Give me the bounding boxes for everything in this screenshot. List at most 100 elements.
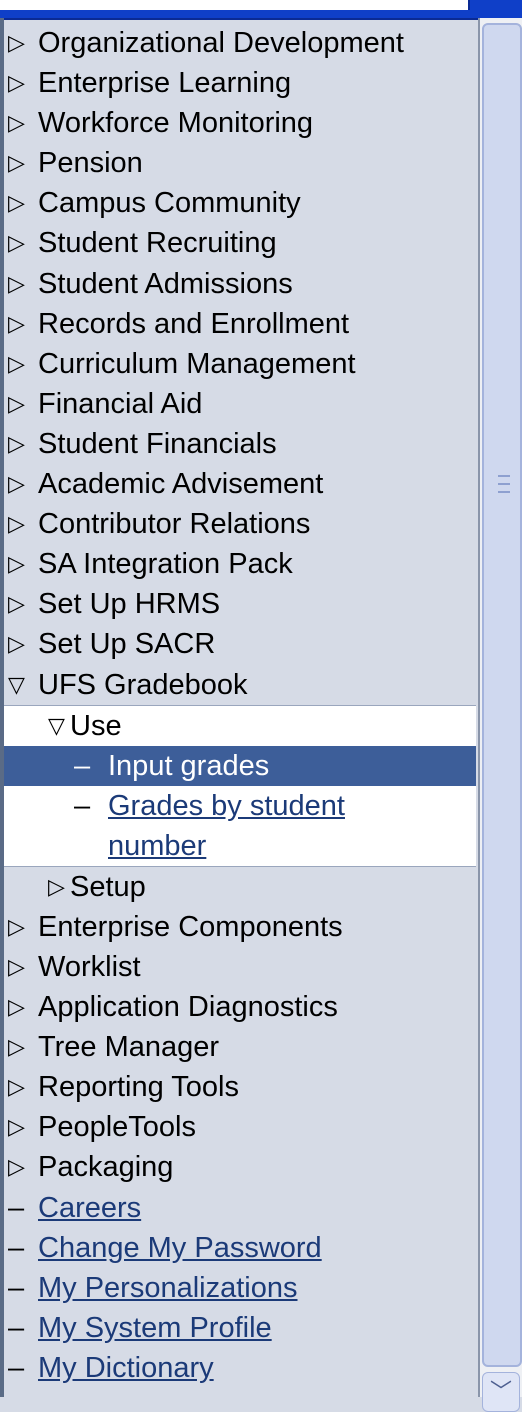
menu-item-label: UFS Gradebook [38, 668, 248, 701]
top-input-strip [0, 0, 470, 10]
triangle-right-icon: ▷ [8, 953, 25, 979]
triangle-right-icon: ▷ [8, 70, 25, 96]
menu-item-label: Enterprise Learning [38, 67, 292, 100]
menu-item-label: Academic Advisement [38, 468, 324, 501]
dash-icon: – [8, 1231, 25, 1264]
triangle-right-icon: ▷ [8, 471, 25, 497]
menu-item-peopletools[interactable]: ▷ PeopleTools [4, 1107, 476, 1147]
menu-link-label[interactable]: My System Profile [38, 1312, 272, 1344]
menu-item-label: Pension [38, 147, 143, 180]
scrollbar-thumb[interactable] [482, 23, 522, 1367]
menu-item-enterprise-components[interactable]: ▷ Enterprise Components [4, 907, 476, 947]
menu-item-packaging[interactable]: ▷ Packaging [4, 1147, 476, 1187]
triangle-right-icon: ▷ [8, 230, 25, 256]
menu-item-reporting-tools[interactable]: ▷ Reporting Tools [4, 1067, 476, 1107]
triangle-right-icon: ▷ [8, 631, 25, 657]
menu-item-label: Tree Manager [38, 1031, 220, 1064]
menu-item-academic-advisement[interactable]: ▷ Academic Advisement [4, 464, 476, 504]
menu-link-label[interactable]: Grades by student number [108, 786, 476, 866]
triangle-right-icon: ▷ [8, 310, 25, 336]
dash-icon: – [8, 1351, 25, 1384]
chevron-down-icon[interactable]: ﹀ [482, 1372, 520, 1412]
menu-item-ufs-gradebook[interactable]: ▽ UFS Gradebook [4, 665, 476, 705]
menu-item-set-up-hrms[interactable]: ▷ Set Up HRMS [4, 584, 476, 624]
menu-item-records-and-enrollment[interactable]: ▷ Records and Enrollment [4, 304, 476, 344]
menu-item-application-diagnostics[interactable]: ▷ Application Diagnostics [4, 987, 476, 1027]
dash-icon: – [74, 789, 91, 822]
menu-item-label: Enterprise Components [38, 910, 343, 943]
menu-link-label[interactable]: Change My Password [38, 1232, 322, 1264]
triangle-down-icon: ▽ [48, 712, 65, 738]
menu-link-label[interactable]: Careers [38, 1192, 141, 1224]
menu-item-curriculum-management[interactable]: ▷ Curriculum Management [4, 344, 476, 384]
menu-item-my-system-profile[interactable]: – My System Profile [4, 1308, 476, 1348]
menu-item-label: Packaging [38, 1151, 174, 1184]
triangle-right-icon: ▷ [8, 430, 25, 456]
menu-item-student-admissions[interactable]: ▷ Student Admissions [4, 264, 476, 304]
dash-icon: – [74, 749, 91, 782]
menu-item-label: Campus Community [38, 187, 301, 220]
menu-item-change-my-password[interactable]: – Change My Password [4, 1228, 476, 1268]
menu-item-grades-by-student-number[interactable]: – Grades by student number [4, 786, 476, 866]
menu-link-label[interactable]: My Personalizations [38, 1272, 298, 1304]
triangle-right-icon: ▷ [8, 1074, 25, 1100]
menu-item-campus-community[interactable]: ▷ Campus Community [4, 183, 476, 223]
menu-item-label: Set Up SACR [38, 628, 216, 661]
menu-item-tree-manager[interactable]: ▷ Tree Manager [4, 1027, 476, 1067]
triangle-right-icon: ▷ [8, 913, 25, 939]
vertical-scrollbar[interactable]: ﹀ [478, 18, 522, 1412]
menu-item-student-recruiting[interactable]: ▷ Student Recruiting [4, 223, 476, 263]
menu-item-label: Student Admissions [38, 267, 293, 300]
triangle-right-icon: ▷ [48, 873, 65, 899]
triangle-right-icon: ▷ [8, 591, 25, 617]
menu-item-label: Contributor Relations [38, 508, 311, 541]
menu-item-setup[interactable]: ▷ Setup [4, 867, 476, 907]
menu-item-label: Use [70, 709, 122, 742]
menu-item-label: Records and Enrollment [38, 307, 350, 340]
menu-item-label: Organizational Development [38, 27, 404, 59]
triangle-right-icon: ▷ [8, 110, 25, 136]
triangle-right-icon: ▷ [8, 1034, 25, 1060]
submenu-panel: ▽ Use – Input grades – Grades by student nu… [4, 704, 476, 867]
triangle-right-icon: ▷ [8, 1114, 25, 1140]
menu-item-label: Set Up HRMS [38, 588, 221, 621]
menu-item-label: Curriculum Management [38, 347, 356, 380]
triangle-right-icon: ▷ [8, 270, 25, 296]
navigation-menu: ▷ Organizational Development ▷ Enterprise … [4, 23, 476, 1397]
menu-item-label: Worklist [38, 950, 141, 983]
triangle-right-icon: ▷ [8, 150, 25, 176]
menu-link-label[interactable]: My Dictionary [38, 1352, 214, 1384]
menu-item-label: SA Integration Pack [38, 548, 293, 581]
scroll-grip-icon [498, 475, 510, 503]
menu-item-careers[interactable]: – Careers [4, 1188, 476, 1228]
triangle-right-icon: ▷ [8, 1154, 25, 1180]
triangle-right-icon: ▷ [8, 30, 25, 55]
menu-item-enterprise-learning[interactable]: ▷ Enterprise Learning [4, 63, 476, 103]
menu-item-workforce-monitoring[interactable]: ▷ Workforce Monitoring [4, 103, 476, 143]
menu-item-label: Application Diagnostics [38, 991, 338, 1024]
dash-icon: – [8, 1191, 25, 1224]
menu-item-label: Reporting Tools [38, 1071, 239, 1104]
triangle-right-icon: ▷ [8, 994, 25, 1020]
triangle-right-icon: ▷ [8, 390, 25, 416]
menu-item-my-personalizations[interactable]: – My Personalizations [4, 1268, 476, 1308]
menu-item-label: Setup [70, 870, 146, 903]
menu-item-label: Workforce Monitoring [38, 107, 314, 140]
menu-item-label: Student Recruiting [38, 227, 277, 260]
window-top-bar [0, 0, 522, 20]
triangle-right-icon: ▷ [8, 551, 25, 577]
menu-item-input-grades[interactable]: – Input grades [4, 745, 476, 786]
menu-item-student-financials[interactable]: ▷ Student Financials [4, 424, 476, 464]
menu-item-my-dictionary[interactable]: – My Dictionary [4, 1348, 476, 1388]
triangle-right-icon: ▷ [8, 511, 25, 537]
menu-item-organizational-development[interactable]: ▷ Organizational Development [4, 23, 476, 63]
menu-item-contributor-relations[interactable]: ▷ Contributor Relations [4, 504, 476, 544]
menu-item-worklist[interactable]: ▷ Worklist [4, 947, 476, 987]
triangle-right-icon: ▷ [8, 350, 25, 376]
menu-item-use[interactable]: ▽ Use [4, 706, 476, 746]
menu-item-pension[interactable]: ▷ Pension [4, 143, 476, 183]
menu-item-label: Input grades [108, 749, 270, 782]
menu-item-set-up-sacr[interactable]: ▷ Set Up SACR [4, 624, 476, 664]
menu-item-sa-integration-pack[interactable]: ▷ SA Integration Pack [4, 544, 476, 584]
menu-item-financial-aid[interactable]: ▷ Financial Aid [4, 384, 476, 424]
